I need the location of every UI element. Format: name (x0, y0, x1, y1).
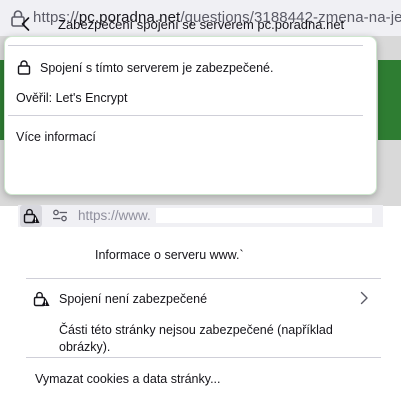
mixed-content-description: Části této stránky nejsou zabezpečené (n… (59, 323, 333, 354)
site-info-title: Informace o serveru www.` (95, 248, 244, 262)
lock-icon (17, 60, 31, 75)
divider (26, 357, 381, 358)
identity-popup-title: Zabezpečení spojení se serverem pc.porad… (58, 17, 345, 32)
divider (8, 115, 363, 116)
chevron-right-icon[interactable] (358, 290, 370, 306)
connection-insecure-button[interactable]: Spojení není zabezpečené (59, 292, 207, 306)
verified-by-label: Ověřil: Let's Encrypt (16, 91, 128, 105)
more-information-button[interactable]: Více informací (16, 130, 96, 144)
lock-warning-icon (33, 291, 50, 307)
clear-cookies-button[interactable]: Vymazat cookies a data stránky... (35, 372, 221, 386)
url-redacted-area (156, 208, 372, 223)
divider (26, 278, 381, 279)
url-text[interactable]: https://www. (78, 208, 151, 223)
lock-warning-icon[interactable] (23, 207, 40, 224)
permissions-icon[interactable] (52, 209, 68, 222)
page-background-accent (378, 60, 401, 140)
chevron-left-icon[interactable] (16, 14, 36, 34)
connection-secure-status: Spojení s tímto serverem je zabezpečené. (40, 61, 274, 75)
divider (8, 45, 363, 46)
